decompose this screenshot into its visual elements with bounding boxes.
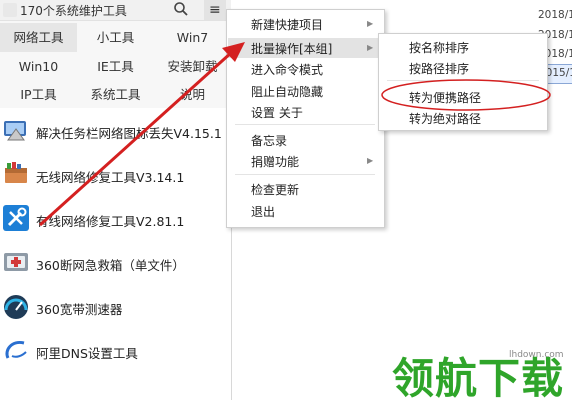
tab-system-tools[interactable]: 系统工具 (77, 80, 154, 109)
submenu-item-sort-name[interactable]: 按名称排序 (409, 39, 469, 56)
search-icon[interactable] (173, 1, 189, 17)
chevron-right-icon: ▶ (367, 43, 374, 52)
chevron-right-icon: ▶ (367, 19, 374, 28)
menu-item-prevent-autohide[interactable]: 阻止自动隐藏 (251, 83, 323, 100)
app-title: 170个系统维护工具 (20, 4, 127, 18)
tab-ie-tools[interactable]: IE工具 (77, 52, 154, 81)
menu-item-check-update[interactable]: 检查更新 (251, 181, 299, 198)
menu-item-batch-ops[interactable]: 批量操作[本组] (251, 40, 332, 57)
menu-item-settings-about[interactable]: 设置 关于 (251, 104, 303, 121)
tab-instructions[interactable]: 说明 (154, 80, 231, 109)
menu-item-donate[interactable]: 捐赠功能 (251, 153, 299, 170)
network-repair-icon (4, 121, 26, 141)
menu-item-command-mode[interactable]: 进入命令模式 (251, 61, 323, 78)
speedometer-icon (4, 295, 28, 319)
tool-name: 阿里DNS设置工具 (36, 346, 138, 361)
menu-divider (235, 124, 375, 125)
watermark-logo: 领航下载 (392, 354, 565, 403)
list-item[interactable]: 阿里DNS设置工具 (0, 330, 231, 374)
menu-item-exit[interactable]: 退出 (251, 203, 275, 220)
tab-win10[interactable]: Win10 (0, 52, 77, 81)
title-bar: 170个系统维护工具 ≡ (0, 0, 231, 21)
menu-item-new-shortcut[interactable]: 新建快捷项目 (251, 16, 323, 33)
tool-name: 无线网络修复工具V3.14.1 (36, 170, 185, 185)
submenu-item-absolute-path[interactable]: 转为绝对路径 (409, 110, 481, 127)
category-tabs: 网络工具 小工具 Win7 Win10 IE工具 安装卸载 IP工具 系统工具 … (0, 21, 231, 108)
menu-button[interactable]: ≡ (204, 0, 226, 20)
list-item[interactable]: 360宽带测速器 (0, 286, 231, 330)
context-menu: 新建快捷项目 ▶ 批量操作[本组] ▶ 进入命令模式 阻止自动隐藏 设置 关于 … (226, 9, 385, 228)
submenu-item-sort-path[interactable]: 按路径排序 (409, 60, 469, 77)
tab-ip-tools[interactable]: IP工具 (0, 80, 77, 109)
first-aid-kit-icon (4, 253, 28, 271)
chevron-right-icon: ▶ (367, 156, 374, 165)
tool-name: 解决任务栏网络图标丢失V4.15.1 (36, 126, 222, 141)
hamburger-icon: ≡ (209, 2, 221, 18)
list-item[interactable]: 有线网络修复工具V2.81.1 (0, 198, 231, 242)
submenu-item-portable-path[interactable]: 转为便携路径 (409, 89, 481, 106)
tab-small-tools[interactable]: 小工具 (77, 23, 154, 52)
tool-name: 360宽带测速器 (36, 302, 123, 317)
date-cell: 2018/1 (538, 9, 572, 21)
menu-divider (235, 174, 375, 175)
toolbox-icon (5, 162, 27, 183)
menu-item-memo[interactable]: 备忘录 (251, 132, 287, 149)
tool-name: 360断网急救箱（单文件） (36, 258, 185, 273)
tab-win7[interactable]: Win7 (154, 23, 231, 52)
list-item[interactable]: 解决任务栏网络图标丢失V4.15.1 (0, 110, 231, 154)
list-item[interactable]: 无线网络修复工具V3.14.1 (0, 154, 231, 198)
list-item[interactable]: 360断网急救箱（单文件） (0, 242, 231, 286)
submenu-batch-ops: 按名称排序 按路径排序 转为便携路径 转为绝对路径 (378, 33, 548, 131)
alibaba-logo-icon (5, 340, 27, 359)
tab-install-uninstall[interactable]: 安装卸载 (154, 52, 231, 81)
wrench-icon (3, 205, 29, 231)
menu-divider (387, 80, 539, 81)
tab-network-tools[interactable]: 网络工具 (0, 23, 77, 52)
app-icon (3, 3, 17, 17)
tool-name: 有线网络修复工具V2.81.1 (36, 214, 185, 229)
